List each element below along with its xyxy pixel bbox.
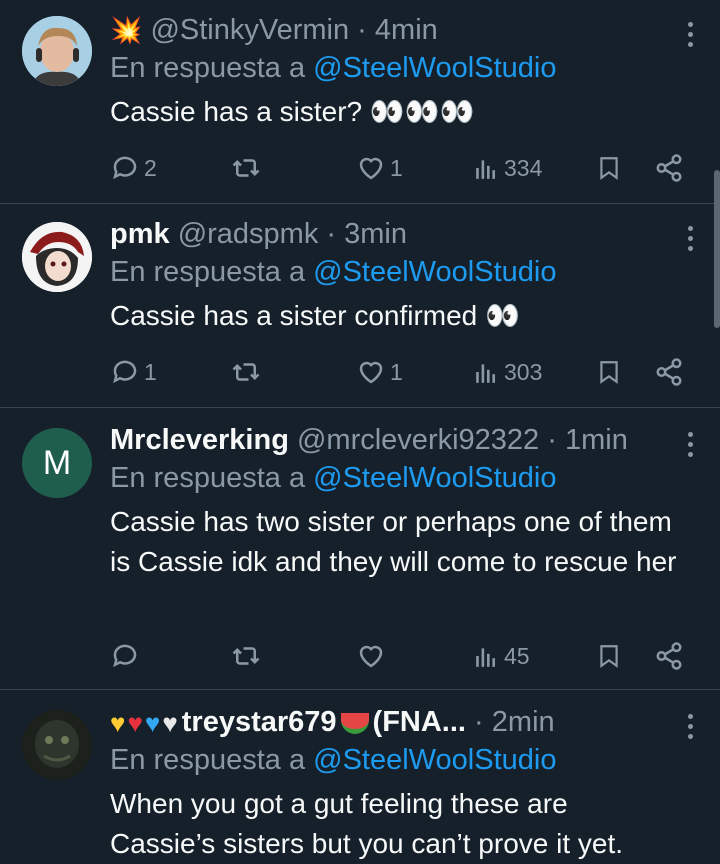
share-icon [656,358,682,386]
retweet-button[interactable] [230,636,262,676]
reply-prefix: En respuesta a [110,256,306,288]
bookmark-icon [600,157,618,180]
more-options-icon[interactable] [686,714,694,739]
reply-icon [113,360,137,384]
share-button[interactable] [654,148,684,188]
user-handle[interactable]: @radspmk [178,218,319,250]
separator-dot: · [357,14,367,46]
bookmark-button[interactable] [596,148,622,188]
share-icon [656,154,682,182]
tweet-text: When you got a gut feeling these are Cas… [110,788,624,859]
like-button[interactable]: 1 [356,148,403,188]
bookmark-icon [600,645,618,668]
separator-dot: · [326,218,337,250]
view-count: 303 [504,358,543,385]
analytics-icon [476,648,496,667]
display-name[interactable]: treystar679 [182,706,337,738]
display-name-suffix[interactable]: (FNA... [373,706,466,738]
like-count: 1 [390,154,403,181]
views-button[interactable]: 334 [474,148,542,188]
watermelon-emoji-icon [340,712,369,734]
separator-dot: · [547,424,557,456]
tweet[interactable]: M Mrcleverking @mrcleverki92322 · 1min E… [0,408,720,690]
analytics-icon [476,364,496,383]
tweet-header: ♥ ♥ ♥ ♥ treystar679 (FNA... · 2min [110,704,680,740]
tweet-text: Cassie has a sister confirmed 👀 [110,300,520,331]
tweet-text: Cassie has a sister? 👀👀👀 [110,96,475,127]
reply-button[interactable]: 2 [110,148,157,188]
retweet-button[interactable] [230,148,262,188]
tweet-actions: 1 1 303 [110,352,694,392]
reply-prefix: En respuesta a [110,462,306,494]
view-count: 45 [504,642,530,669]
share-button[interactable] [654,636,684,676]
display-name[interactable]: pmk [110,218,170,250]
share-button[interactable] [654,352,684,392]
tweet-actions: 2 1 334 [110,148,694,188]
reply-button[interactable]: 1 [110,352,157,392]
like-button[interactable]: 1 [356,352,403,392]
reply-count: 1 [144,358,157,385]
bookmark-button[interactable] [596,352,622,392]
reply-context: En respuesta a @SteelWoolStudio [110,460,680,496]
views-button[interactable]: 45 [474,636,530,676]
like-button[interactable] [356,636,386,676]
more-options-icon[interactable] [686,432,694,457]
avatar[interactable] [22,222,92,292]
collision-emoji-icon: 💥 [110,15,143,45]
reply-icon [113,644,137,668]
avatar-letter: M [42,443,72,482]
tweet[interactable]: ♥ ♥ ♥ ♥ treystar679 (FNA... · 2min En respue… [0,690,720,859]
reply-mention-link[interactable]: @SteelWoolStudio [313,462,556,494]
heart-icon [359,361,383,384]
user-handle[interactable]: @StinkyVermin [150,14,349,46]
tweet-header: pmk @radspmk · 3min [110,216,680,252]
tweet[interactable]: pmk @radspmk · 3min En respuesta a @Stee… [0,204,720,408]
reply-mention-link[interactable]: @SteelWoolStudio [313,256,556,288]
scrollbar[interactable] [714,170,720,328]
tweet-time[interactable]: 1min [565,424,628,456]
retweet-icon [232,363,260,381]
reply-button[interactable] [110,636,140,676]
reply-context: En respuesta a @SteelWoolStudio [110,254,680,290]
tweet-text: Cassie has two sister or perhaps one of … [110,506,677,577]
tweet-actions: 45 [110,636,694,676]
more-options-icon[interactable] [686,22,694,47]
analytics-icon [476,160,496,179]
avatar[interactable] [22,710,92,780]
tweet-time[interactable]: 3min [344,218,407,250]
reply-mention-link[interactable]: @SteelWoolStudio [313,744,556,776]
reply-prefix: En respuesta a [110,52,306,84]
reply-context: En respuesta a @SteelWoolStudio [110,742,680,778]
avatar[interactable] [22,16,92,86]
reply-prefix: En respuesta a [110,744,306,776]
view-count: 334 [504,154,543,181]
separator-dot: · [474,706,484,738]
retweet-icon [232,159,260,177]
bookmark-icon [600,361,618,384]
views-button[interactable]: 303 [474,352,542,392]
reply-context: En respuesta a @SteelWoolStudio [110,50,680,86]
reply-mention-link[interactable]: @SteelWoolStudio [313,52,556,84]
more-options-icon[interactable] [686,226,694,251]
reply-count: 2 [144,154,157,181]
share-icon [656,642,682,670]
tweet[interactable]: 💥 @StinkyVermin · 4min En respuesta a @S… [0,0,720,204]
retweet-icon [232,647,260,665]
avatar[interactable]: M [22,428,92,498]
heart-icon [359,645,383,668]
hearts-emoji-icon: ♥ ♥ ♥ ♥ [110,708,178,739]
tweet-time[interactable]: 4min [375,14,438,46]
tweet-time[interactable]: 2min [492,706,555,738]
user-handle[interactable]: @mrcleverki92322 [297,424,539,456]
like-count: 1 [390,358,403,385]
heart-icon [359,157,383,180]
bookmark-button[interactable] [596,636,622,676]
tweet-header: Mrcleverking @mrcleverki92322 · 1min [110,422,680,458]
display-name[interactable]: Mrcleverking [110,424,289,456]
reply-icon [113,156,137,180]
retweet-button[interactable] [230,352,262,392]
tweet-header: 💥 @StinkyVermin · 4min [110,12,680,48]
